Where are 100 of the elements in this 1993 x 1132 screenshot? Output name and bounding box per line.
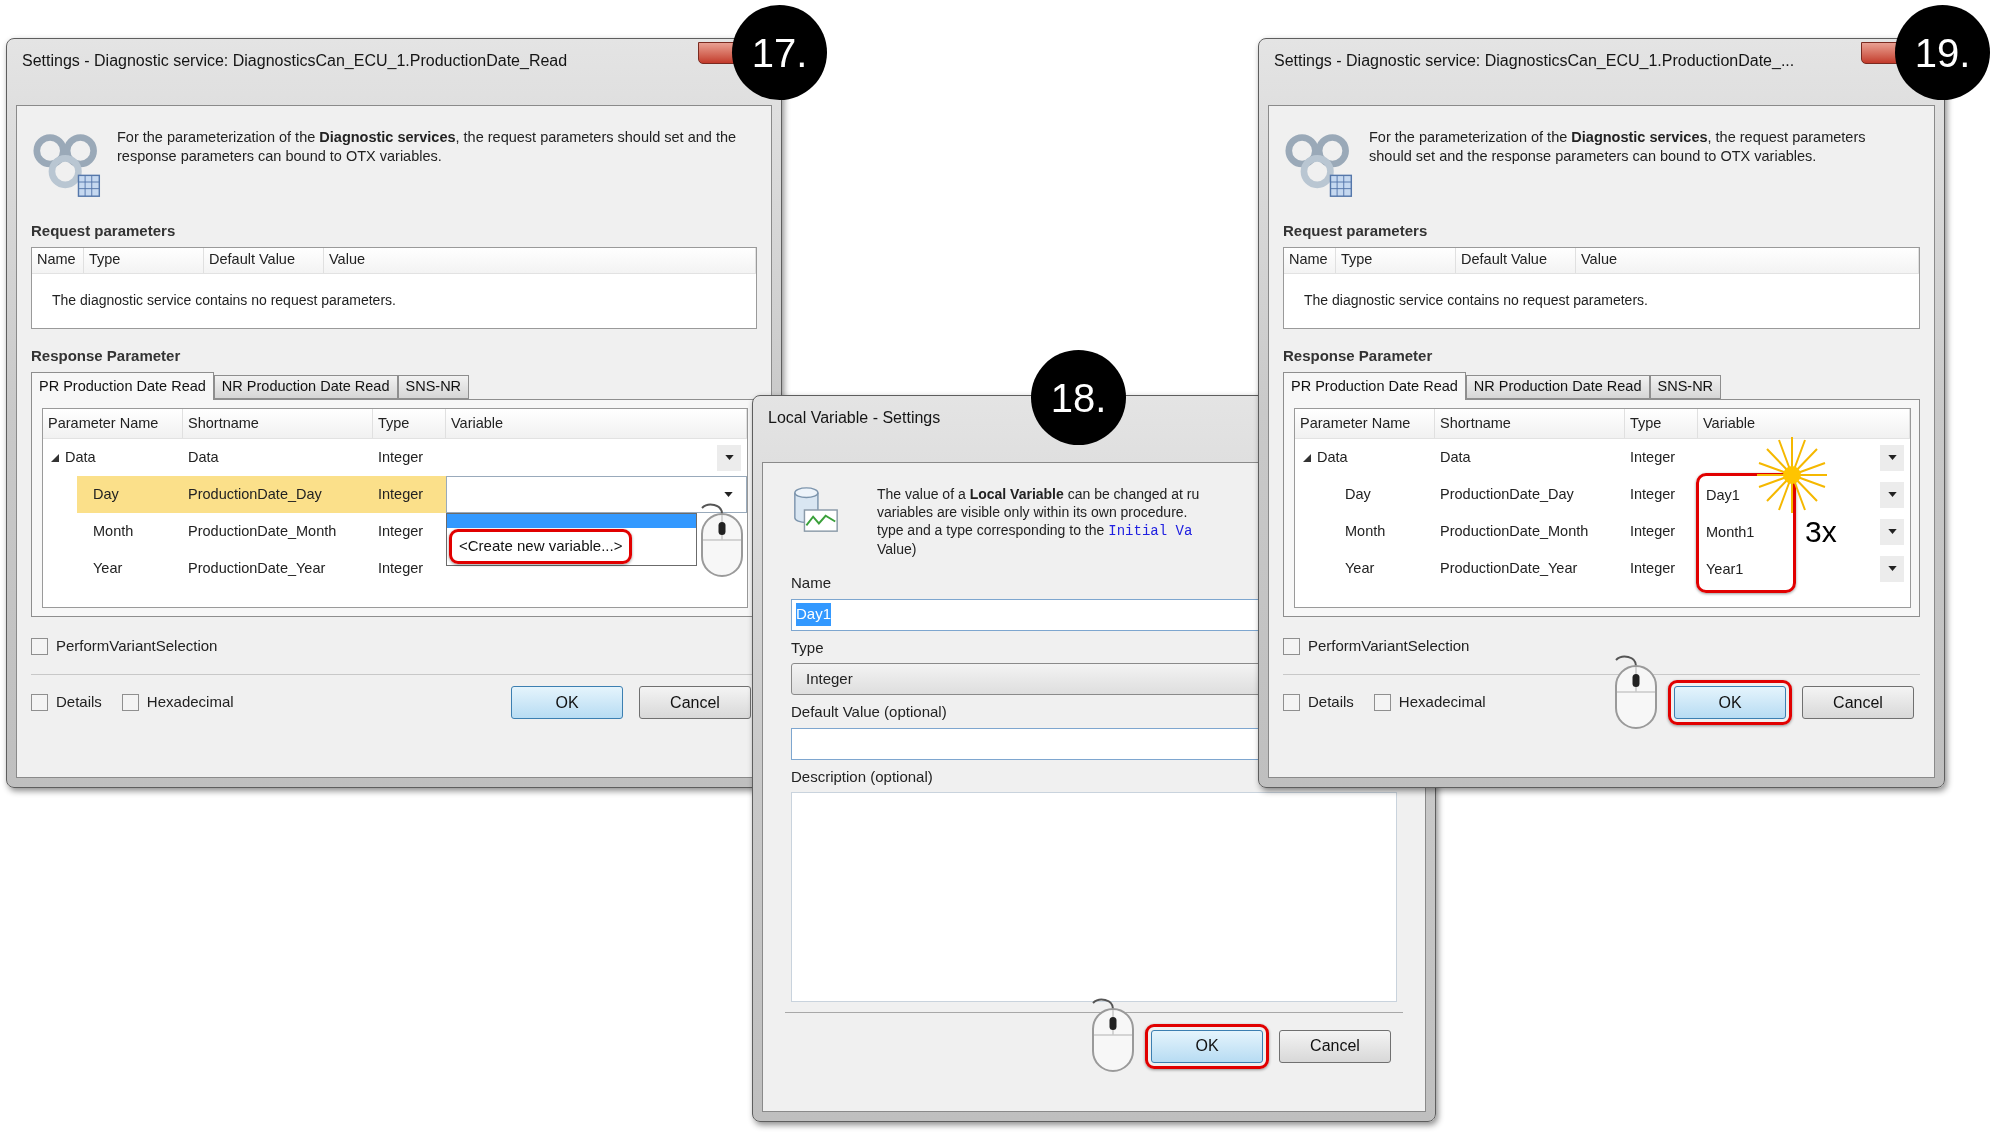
dialog-button[interactable]: OK: [1674, 686, 1786, 719]
table-cell-text: Integer: [378, 558, 424, 578]
callout-text: 3x: [1805, 515, 1837, 549]
table-cell-text: Integer: [378, 484, 424, 504]
table-cell-text: Integer: [378, 521, 424, 541]
column-header[interactable]: Name: [32, 247, 84, 273]
step-badge: 19.: [1895, 5, 1990, 100]
column-header[interactable]: Variable: [1698, 409, 1910, 438]
dropdown-button[interactable]: [1880, 555, 1904, 582]
table-cell-text: Month: [1345, 521, 1386, 541]
dropdown-button[interactable]: [717, 444, 741, 471]
column-header[interactable]: Value: [1576, 247, 1919, 273]
table-row[interactable]: Data Data Integer: [1295, 439, 1698, 476]
expanded-triangle-icon[interactable]: [51, 453, 59, 462]
dialog-button[interactable]: Cancel: [1279, 1029, 1391, 1063]
checkbox[interactable]: [1283, 637, 1300, 655]
caret-icon: [723, 492, 733, 497]
step-badge: 18.: [1031, 350, 1126, 445]
tab[interactable]: NR Production Date Read: [213, 375, 398, 399]
caret-icon: [724, 455, 734, 460]
empty-message: The diagnostic service contains no request parameters.: [1304, 291, 1648, 310]
table-cell-text: Year: [1345, 558, 1375, 578]
dialog-button[interactable]: OK: [1151, 1029, 1263, 1063]
field-label: Default Value (optional): [791, 702, 947, 722]
column-header[interactable]: Parameter Name: [43, 409, 183, 438]
checkbox[interactable]: [1283, 694, 1300, 711]
column-header[interactable]: Value: [324, 247, 756, 273]
column-header[interactable]: Type: [84, 247, 204, 273]
tab[interactable]: NR Production Date Read: [1465, 375, 1650, 399]
table-row[interactable]: Month ProductionDate_Month Integer: [1295, 513, 1698, 550]
description-field[interactable]: [791, 792, 1397, 1002]
checkbox[interactable]: [31, 694, 48, 711]
table-cell-text: ProductionDate_Day: [188, 484, 322, 504]
table-cell-text: Integer: [1630, 447, 1676, 467]
table-row[interactable]: Day ProductionDate_Day Integer: [1295, 476, 1698, 513]
table-cell-text: Data: [1317, 447, 1348, 467]
table-cell-text: Data: [188, 447, 219, 467]
dropdown-button[interactable]: [1880, 481, 1904, 508]
empty-message: The diagnostic service contains no request parameters.: [52, 291, 396, 310]
column-header[interactable]: Name: [1284, 247, 1336, 273]
dialog-button[interactable]: OK: [511, 686, 623, 719]
column-header[interactable]: Type: [373, 409, 446, 438]
caret-icon: [1887, 529, 1897, 534]
table-row[interactable]: Data Data Integer: [43, 439, 446, 476]
table-cell: Year1: [1706, 560, 1744, 577]
dialog-button[interactable]: Cancel: [1802, 686, 1914, 719]
section-heading: Request parameters: [31, 221, 177, 241]
dropdown-button[interactable]: [1880, 518, 1904, 545]
section-heading: Request parameters: [1283, 221, 1429, 241]
column-header[interactable]: Default Value: [1456, 247, 1576, 273]
table-row[interactable]: Year ProductionDate_Year Integer: [1295, 550, 1698, 587]
table-cell-text: Data: [1440, 447, 1471, 467]
table-cell-text: Integer: [1630, 484, 1676, 504]
table-cell-text: Data: [65, 447, 96, 467]
checkbox[interactable]: [121, 694, 139, 711]
table-cell-text: ProductionDate_Year: [188, 558, 326, 578]
tab[interactable]: SNS-NR: [1649, 375, 1722, 399]
column-header[interactable]: Parameter Name: [1295, 409, 1435, 438]
table-cell: Month1: [1706, 523, 1755, 540]
checkbox-label: Details: [56, 692, 102, 713]
window-title: Local Variable - Settings: [768, 408, 941, 428]
section-heading: Response Parameter: [1283, 345, 1434, 366]
dropdown-button[interactable]: [1880, 444, 1904, 471]
table-cell-text: ProductionDate_Month: [1440, 521, 1589, 541]
table-cell-text: ProductionDate_Year: [1440, 558, 1578, 578]
checkbox-label: Details: [1308, 692, 1354, 713]
table-cell-text: Integer: [1630, 521, 1676, 541]
intro-text: For the parameterization of the Diagnostic services, the request parameters should set and the response parameters can bound to OTX variables.: [117, 128, 738, 166]
dialog-button[interactable]: Cancel: [639, 686, 751, 719]
table-row[interactable]: Month ProductionDate_Month Integer: [43, 513, 446, 550]
checkbox[interactable]: [1373, 694, 1391, 711]
table-cell-text: Day: [1345, 484, 1371, 504]
column-header[interactable]: Shortname: [1435, 409, 1625, 438]
intro-text: For the parameterization of the Diagnostic services, the request parameters should set and the response parameters can bound to OTX variables.: [1369, 128, 1867, 166]
intro-text: The value of a Local Variable can be changed at ru variables are visible only within its own procedure. type and a type corresponding to the Initial Va Value): [877, 485, 1200, 558]
tab[interactable]: PR Production Date Read: [1283, 372, 1466, 400]
checkbox-label: PerformVariantSelection: [1308, 636, 1470, 656]
column-header[interactable]: Default Value: [204, 247, 324, 273]
field-label: Name: [791, 573, 831, 593]
variable-field[interactable]: [446, 476, 747, 513]
window-title: Settings - Diagnostic service: DiagnosticsCan_ECU_1.ProductionDate_Read: [22, 51, 568, 71]
starburst-icon: [1757, 437, 1827, 513]
table-row[interactable]: Year ProductionDate_Year Integer: [43, 550, 446, 587]
caret-icon: [1887, 492, 1897, 497]
table-cell-text: Month: [93, 521, 134, 541]
column-header[interactable]: Type: [1625, 409, 1698, 438]
database-chart-icon: [791, 485, 841, 535]
field-label: Description (optional): [791, 766, 933, 787]
tab[interactable]: PR Production Date Read: [31, 372, 214, 400]
expanded-triangle-icon[interactable]: [1303, 453, 1311, 462]
column-header[interactable]: Variable: [446, 409, 747, 438]
table-cell-text: Day: [93, 484, 119, 504]
section-heading: Response Parameter: [31, 345, 182, 366]
table-cell-text: ProductionDate_Day: [1440, 484, 1574, 504]
table-cell-text: ProductionDate_Month: [188, 521, 337, 541]
tab[interactable]: SNS-NR: [397, 375, 470, 399]
checkbox[interactable]: [31, 637, 48, 655]
column-header[interactable]: Shortname: [183, 409, 373, 438]
checkbox-label: PerformVariantSelection: [56, 636, 218, 656]
column-header[interactable]: Type: [1336, 247, 1456, 273]
